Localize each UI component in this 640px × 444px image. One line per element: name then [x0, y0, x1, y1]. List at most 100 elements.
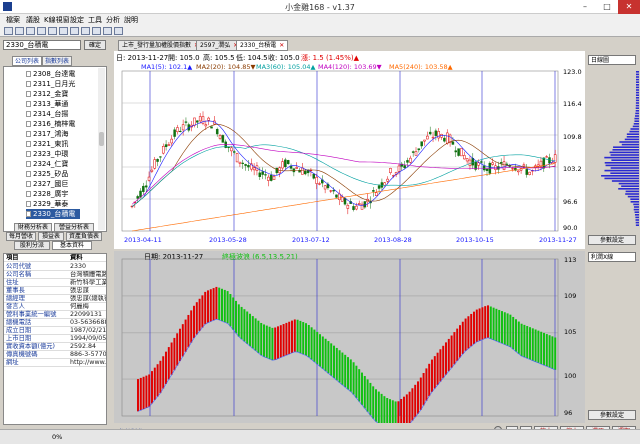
- grid-icon[interactable]: [81, 27, 90, 35]
- volume-profile-bar: [604, 156, 639, 159]
- status-bar: 0%: [0, 429, 640, 444]
- volume-profile-bar: [610, 172, 639, 174]
- candle-body: [485, 168, 489, 171]
- candle-body: [454, 150, 458, 153]
- candle-body: [150, 169, 154, 172]
- scrollbar-thumb[interactable]: [99, 132, 104, 146]
- indicator-chart[interactable]: 日期: 2013-11-27 終極波浪 (6.5,13.5,21) 113 10…: [114, 251, 585, 435]
- list-item[interactable]: 2316_楠梓電: [26, 119, 75, 129]
- list-item[interactable]: 2311_日月光: [26, 79, 75, 89]
- list-item[interactable]: 2325_矽品: [26, 169, 68, 179]
- ma2-line: [131, 124, 556, 208]
- volume-profile-bar: [635, 102, 639, 104]
- list-item[interactable]: 2317_鴻海: [26, 129, 68, 139]
- close-button[interactable]: ✕: [618, 0, 640, 14]
- x-tick: 2013-04-11: [124, 236, 162, 244]
- menu-kline[interactable]: K線視窗: [44, 15, 70, 25]
- list-item[interactable]: 2314_台揚: [26, 109, 68, 119]
- candle-body: [437, 131, 440, 139]
- list-item[interactable]: 2313_華通: [26, 99, 68, 109]
- list-item-selected[interactable]: 2330_台積電: [26, 209, 80, 219]
- tab-2330[interactable]: 2330_台積電 ✕: [236, 40, 289, 51]
- minimize-button[interactable]: –: [574, 0, 596, 14]
- new-icon[interactable]: [4, 27, 13, 35]
- list-item[interactable]: 2324_仁寶: [26, 159, 68, 169]
- price-chart[interactable]: 日: 2013-11-27 開: 105.0 高: 105.5 低: 104.5…: [114, 51, 585, 249]
- menu-settings[interactable]: 設定: [70, 15, 84, 25]
- menu-stocks[interactable]: 議股: [26, 15, 40, 25]
- menu-analysis[interactable]: 分析: [106, 15, 120, 25]
- stock-search-input[interactable]: 2330_台積電: [3, 40, 81, 50]
- volume-profile-bar: [635, 216, 639, 219]
- volume-profile-bar: [635, 224, 639, 226]
- list-item[interactable]: 2312_金寶: [26, 89, 68, 99]
- candle-body: [156, 158, 159, 162]
- stop-icon[interactable]: [37, 27, 46, 35]
- list-item[interactable]: 2327_國巨: [26, 179, 68, 189]
- tab-balance-sheet[interactable]: 資產負債表: [66, 232, 102, 241]
- tab-financial-analysis[interactable]: 財務分析表: [14, 223, 52, 232]
- volume-profile-bar: [630, 198, 639, 200]
- indicator-select[interactable]: 利潤Ⅹ線: [588, 252, 636, 262]
- list-item[interactable]: 2321_東訊: [26, 139, 68, 149]
- volume-profile-bar: [635, 81, 639, 83]
- candle-body: [184, 121, 188, 123]
- x-tick: 2013-10-15: [456, 236, 494, 244]
- y-tick: 90.0: [563, 224, 577, 232]
- candle-body: [499, 162, 503, 164]
- forward-icon[interactable]: [59, 27, 68, 35]
- menu-tools[interactable]: 工具: [88, 15, 102, 25]
- help-icon[interactable]: [114, 27, 123, 35]
- candle-body: [210, 126, 213, 129]
- tab-income-statement[interactable]: 損益表: [38, 232, 64, 241]
- tab-operating-analysis[interactable]: 營益分析表: [54, 223, 94, 232]
- upper-settings-button[interactable]: 參數設定: [588, 235, 636, 245]
- document-icon: [26, 91, 31, 97]
- tab-index-list[interactable]: 指數列表: [42, 56, 72, 66]
- period-select[interactable]: 日線圖: [588, 55, 636, 65]
- y-tick: 109.8: [563, 133, 582, 141]
- y-tick: 96: [564, 409, 572, 417]
- volume-profile-bar: [625, 190, 639, 193]
- search-ok-button[interactable]: 確定: [84, 40, 106, 50]
- right-panel: 日線圖 參數設定 利潤Ⅹ線 參數設定: [585, 51, 640, 423]
- tab-taiex[interactable]: 上市_發行量加權股價指數✕: [118, 40, 204, 51]
- maximize-button[interactable]: □: [596, 0, 618, 14]
- candle-body: [434, 130, 438, 136]
- menu-file[interactable]: 檔案: [6, 15, 20, 25]
- list-item[interactable]: 2328_廣宇: [26, 189, 68, 199]
- stock-list-scrollbar[interactable]: [98, 68, 105, 230]
- chart-icon[interactable]: [70, 27, 79, 35]
- candle-body: [516, 170, 520, 173]
- settings-icon[interactable]: [92, 27, 101, 35]
- tab-basic-info[interactable]: 基本資料: [52, 241, 92, 250]
- volume-profile-bar: [621, 143, 639, 146]
- tab-company-list[interactable]: 公司列表: [12, 56, 42, 66]
- print-icon[interactable]: [103, 27, 112, 35]
- volume-profile-bar: [635, 89, 639, 91]
- lower-settings-button[interactable]: 參數設定: [588, 410, 636, 420]
- volume-profile-bar: [633, 206, 639, 208]
- volume-profile-bar: [634, 214, 639, 216]
- candle-body: [383, 182, 387, 186]
- candle-body: [525, 169, 529, 175]
- ma1-label: MA1(5): 102.1▲: [141, 63, 192, 71]
- back-icon[interactable]: [48, 27, 57, 35]
- tab-dividend[interactable]: 股利分派: [14, 241, 50, 250]
- candle-body: [235, 153, 239, 163]
- close-icon[interactable]: ✕: [279, 42, 284, 49]
- volume-profile-bar: [633, 123, 639, 125]
- document-icon: [26, 191, 31, 197]
- play-icon[interactable]: [26, 27, 35, 35]
- tab-monthly-revenue[interactable]: 每月營收: [6, 232, 36, 241]
- candle-body: [460, 148, 463, 157]
- document-icon: [26, 121, 31, 127]
- candle-body: [528, 171, 531, 175]
- list-item[interactable]: 2323_中環: [26, 149, 68, 159]
- candle-body: [241, 162, 245, 164]
- list-item[interactable]: 2329_華泰: [26, 199, 68, 209]
- menu-help[interactable]: 說明: [124, 15, 138, 25]
- list-item[interactable]: 2308_台達電: [26, 69, 75, 79]
- candle-body: [142, 185, 145, 192]
- open-icon[interactable]: [15, 27, 24, 35]
